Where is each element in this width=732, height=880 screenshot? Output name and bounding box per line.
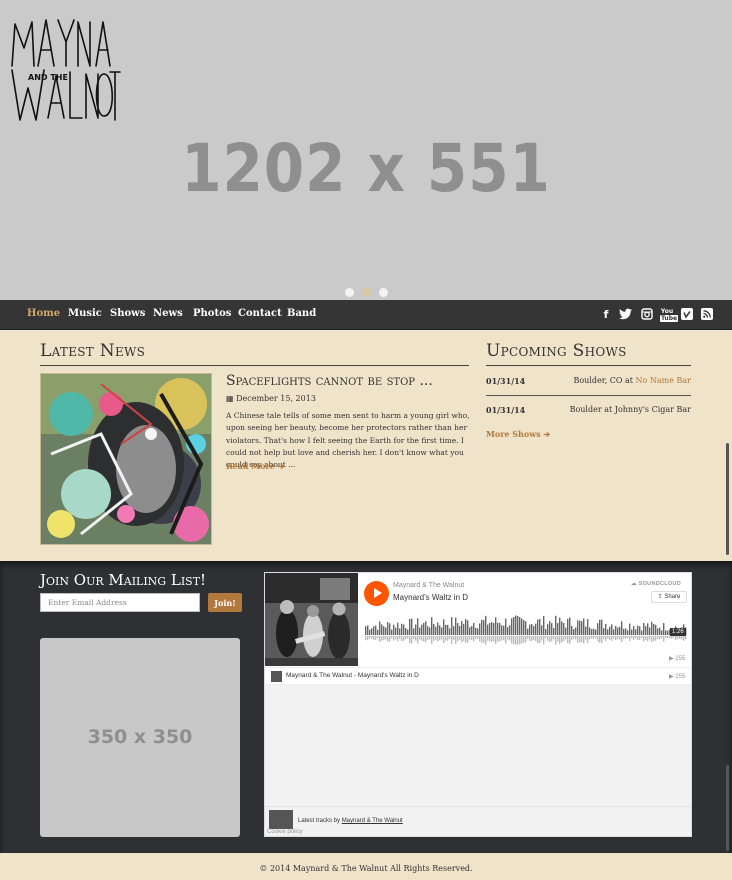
main-nav: Home Music Shows News Photos Contact Ban… [0, 300, 732, 330]
scrollbar-thumb[interactable] [726, 443, 729, 555]
instagram-icon[interactable] [640, 308, 654, 322]
rss-icon[interactable] [700, 308, 714, 322]
arrow-right-icon: ➔ [277, 461, 285, 471]
nav-shows[interactable]: Shows [110, 308, 145, 319]
soundcloud-logo[interactable]: ☁ SOUNDCLOUD [631, 581, 681, 587]
venue-link[interactable]: No Name Bar [636, 376, 691, 385]
track-artist[interactable]: Maynard & The Walnut [393, 582, 464, 589]
mailing-section: Join Our Mailing List! Join! 350 x 350 [0, 561, 732, 853]
play-button[interactable] [364, 581, 389, 606]
read-more-link[interactable]: Read More ➔ [226, 461, 284, 471]
heading-rule [40, 365, 469, 366]
show-divider [486, 395, 691, 396]
nav-photos[interactable]: Photos [193, 308, 231, 319]
arrow-right-icon: ➔ [543, 429, 551, 439]
slide-dot-active[interactable] [361, 288, 371, 297]
article-image[interactable] [40, 373, 212, 545]
tracklist-item[interactable]: Maynard & The Walnut - Maynard's Waltz i… [265, 667, 691, 685]
nav-contact[interactable]: Contact [238, 308, 282, 319]
scrollbar-thumb[interactable] [726, 765, 729, 851]
email-field[interactable] [40, 593, 200, 612]
slider-pagination [0, 282, 732, 301]
site-footer: © 2014 Maynard & The Walnut All Rights R… [0, 853, 732, 880]
facebook-icon[interactable]: f [599, 308, 613, 322]
ad-placeholder: 350 x 350 [40, 638, 240, 837]
soundcloud-widget: Maynard & The Walnut Maynard's Waltz in … [264, 572, 692, 837]
track-artwork[interactable] [265, 573, 358, 666]
mailing-list-heading: Join Our Mailing List! [40, 571, 207, 589]
show-date: 01/31/14 [486, 405, 526, 415]
play-count: ▶ 255 [669, 674, 686, 680]
copyright-text: © 2014 Maynard & The Walnut All Rights R… [259, 864, 473, 873]
artist-link[interactable]: Maynard & The Walnut [342, 818, 403, 824]
youtube-icon[interactable]: You Tube [660, 308, 679, 322]
soundcloud-player: Maynard & The Walnut Maynard's Waltz in … [265, 573, 691, 667]
latest-tracks-text: Latest tracks by Maynard & The Walnut [298, 818, 403, 824]
tracklist-item-label: Maynard & The Walnut - Maynard's Waltz i… [286, 672, 419, 679]
nav-band[interactable]: Band [287, 308, 316, 319]
calendar-icon: ▦ [226, 394, 237, 403]
ad-placeholder-label: 350 x 350 [87, 726, 193, 748]
article-title[interactable]: Spaceflights cannot be stop ... [226, 373, 471, 389]
content-section: Latest News Spaceflights cannot be stop … [0, 331, 732, 561]
nav-home[interactable]: Home [27, 308, 60, 319]
soundcloud-footer: Latest tracks by Maynard & The Walnut Co… [265, 806, 691, 836]
play-count: ▶ 255 [669, 656, 686, 662]
hero-image-placeholder: 1202 x 551 [181, 130, 551, 207]
waveform[interactable] [365, 611, 687, 651]
cloud-icon: ☁ [631, 581, 639, 587]
join-button[interactable]: Join! [208, 593, 242, 612]
more-shows-link[interactable]: More Shows ➔ [486, 429, 550, 439]
artist-avatar[interactable] [269, 810, 293, 829]
vimeo-icon[interactable] [680, 308, 694, 322]
show-venue: Boulder, CO at No Name Bar [573, 376, 691, 385]
track-duration: 1:26 [670, 628, 686, 636]
band-logo: AND THE [11, 19, 121, 121]
track-thumbnail [271, 671, 282, 682]
cookie-policy-link[interactable]: Cookie policy [267, 829, 303, 835]
nav-music[interactable]: Music [68, 308, 102, 319]
nav-news[interactable]: News [153, 308, 183, 319]
upcoming-shows-heading: Upcoming Shows [486, 341, 627, 361]
slide-dot[interactable] [344, 288, 354, 297]
svg-text:AND THE: AND THE [28, 73, 68, 82]
show-venue: Boulder at Johnny's Cigar Bar [569, 405, 691, 414]
show-date: 01/31/14 [486, 376, 526, 386]
latest-news-heading: Latest News [40, 341, 146, 361]
share-button[interactable]: ⇪ Share [651, 591, 687, 603]
twitter-icon[interactable] [618, 308, 632, 322]
hero-slider[interactable]: AND THE 1202 x 551 [0, 0, 732, 300]
heading-rule [486, 365, 691, 366]
track-title[interactable]: Maynard's Waltz in D [393, 593, 468, 602]
slide-dot[interactable] [378, 288, 388, 297]
article-date: ▦ December 15, 2013 [226, 394, 316, 403]
